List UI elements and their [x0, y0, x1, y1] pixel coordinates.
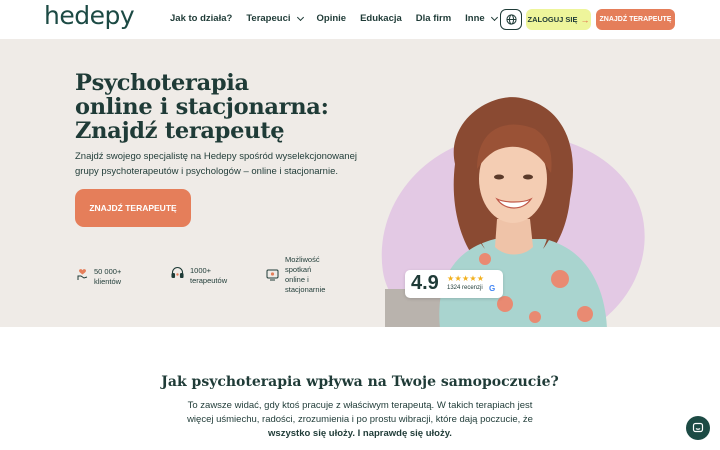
hand-heart-icon — [77, 269, 88, 280]
nav-jak-to-dziala[interactable]: Jak to działa? — [170, 13, 232, 24]
stat-label: terapeutów — [190, 276, 228, 285]
stat-meeting-options: Możliwość spotkań online i stacjonarnie — [266, 255, 325, 295]
nav-label: Edukacja — [360, 13, 402, 24]
hero-title: Psychoterapia online i stacjonarna: Znaj… — [75, 71, 375, 143]
site-header: hedepy Jak to działa? Terapeuci Opinie E… — [0, 0, 720, 39]
stat-text: Możliwość spotkań online i stacjonarnie — [285, 255, 325, 295]
nav-label: Inne — [465, 13, 485, 24]
stat-value: 1000+ — [190, 266, 212, 275]
hero-subtitle: Znajdź swojego specjalistę na Hedepy spo… — [75, 151, 357, 177]
nav-inne[interactable]: Inne — [465, 13, 498, 24]
stat-line: stacjonarnie — [285, 285, 326, 294]
chevron-down-icon — [490, 13, 498, 21]
hedepy-logo[interactable]: hedepy — [44, 1, 135, 30]
arrow-right-icon: → — [580, 14, 590, 25]
main-nav: Jak to działa? Terapeuci Opinie Edukacja… — [170, 13, 511, 24]
find-therapist-button[interactable]: ZNAJDŹ TERAPEUTĘ — [75, 189, 191, 227]
hero-section: Psychoterapia online i stacjonarna: Znaj… — [0, 39, 720, 327]
video-call-icon — [266, 269, 279, 281]
section-text: To zawsze widać, gdy ktoś pracuje z właś… — [175, 399, 545, 441]
hero-title-line: Psychoterapia — [75, 70, 249, 96]
rating-badge: 4.9 ★★★★★ 1324 recenzji G — [405, 270, 503, 298]
rating-value: 4.9 — [411, 272, 439, 294]
google-icon: G — [489, 284, 496, 293]
section-text-bold: wszystko się ułoży. I naprawdę się ułoży… — [268, 428, 452, 439]
stat-text: 1000+ terapeutów — [190, 266, 227, 286]
nav-dla-firm[interactable]: Dla firm — [416, 13, 451, 24]
chevron-down-icon — [296, 13, 304, 21]
nav-edukacja[interactable]: Edukacja — [360, 13, 402, 24]
stat-clients: 50 000+ klientów — [77, 267, 121, 287]
nav-opinie[interactable]: Opinie — [317, 13, 347, 24]
section-title: Jak psychoterapia wpływa na Twoje samopo… — [161, 374, 559, 390]
nav-terapeuci[interactable]: Terapeuci — [246, 13, 304, 24]
find-therapist-header-button[interactable]: ZNAJDŹ TERAPEUTĘ — [596, 9, 675, 30]
stat-therapists: 1000+ terapeutów — [171, 266, 227, 286]
reviews-count: 1324 recenzji — [447, 285, 483, 291]
stat-line: spotkań — [285, 265, 312, 274]
star-rating-icon: ★★★★★ — [447, 274, 485, 283]
nav-label: Terapeuci — [246, 13, 291, 24]
hero-title-line: online i stacjonarna: — [75, 94, 329, 120]
section-text-plain: To zawsze widać, gdy ktoś pracuje z właś… — [187, 400, 533, 425]
stat-label: klientów — [94, 277, 122, 286]
nav-label: Dla firm — [415, 13, 452, 24]
login-label: ZALOGUJ SIĘ — [527, 15, 578, 24]
globe-icon — [505, 14, 517, 25]
nav-label: Opinie — [316, 13, 347, 24]
headphones-icon — [171, 267, 184, 279]
stat-line: Możliwość — [285, 255, 320, 264]
stat-value: 50 000+ — [94, 267, 122, 276]
stat-text: 50 000+ klientów — [94, 267, 121, 287]
stat-line: online i — [285, 275, 309, 284]
hero-title-line: Znajdź terapeutę — [75, 118, 285, 144]
chat-icon — [692, 422, 704, 433]
login-button[interactable]: ZALOGUJ SIĘ → — [526, 9, 591, 30]
language-button[interactable] — [500, 9, 522, 30]
chat-button[interactable] — [686, 416, 710, 440]
nav-label: Jak to działa? — [170, 13, 233, 24]
